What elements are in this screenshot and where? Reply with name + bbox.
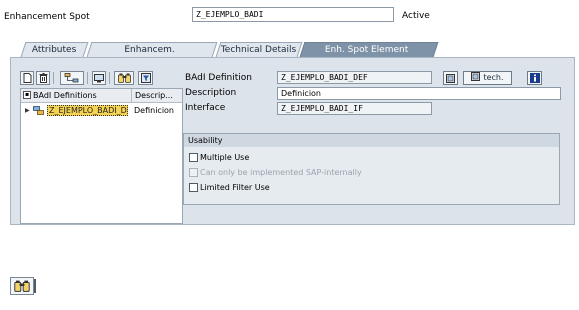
toolbar-separator — [87, 72, 88, 84]
tab-enhancement-implementations[interactable]: Enhancem. Implementations — [86, 42, 218, 69]
tab-attributes[interactable]: Attributes — [20, 42, 89, 57]
find-icon — [14, 280, 30, 292]
tree-node-badi-def[interactable]: Z_EJEMPLO_BADI_DEF — [47, 105, 128, 116]
usability-group: Usability Multiple Use Can only be imple… — [183, 133, 560, 205]
multiple-use-option[interactable]: Multiple Use — [189, 152, 249, 163]
badi-definition-icon — [33, 106, 44, 115]
sap-internal-option: Can only be implemented SAP-internally — [189, 167, 362, 178]
info-button[interactable] — [527, 71, 542, 85]
multiple-use-checkbox[interactable] — [189, 153, 198, 162]
description-field[interactable]: Definicion — [277, 87, 561, 100]
limited-filter-checkbox[interactable] — [189, 183, 198, 192]
find-icon[interactable] — [114, 71, 134, 85]
toolbar-separator — [109, 72, 110, 84]
bottom-separator — [34, 279, 36, 293]
interface-label: Interface — [185, 103, 226, 113]
limited-filter-label: Limited Filter Use — [200, 183, 270, 192]
delete-icon[interactable] — [36, 71, 50, 85]
badi-definitions-tree: ▪ BAdI Definitions Descrip... ▶ Z_EJEMPL… — [20, 88, 183, 224]
description-label: Description — [185, 88, 237, 98]
status-text: Active — [402, 11, 430, 21]
tech-button[interactable]: tech. — [463, 71, 512, 85]
tree-column-badi-definitions[interactable]: BAdI Definitions — [33, 89, 97, 102]
create-icon[interactable] — [20, 71, 34, 85]
sap-internal-checkbox — [189, 168, 198, 177]
tab-enh-spot-element-definitions[interactable]: Enh. Spot Element Definitions — [299, 42, 439, 69]
toolbar-separator — [53, 72, 54, 84]
column-config-icon[interactable]: ▪ — [23, 91, 31, 99]
sap-internal-label: Can only be implemented SAP-internally — [200, 168, 362, 177]
tree-header: ▪ BAdI Definitions Descrip... — [21, 89, 182, 103]
enhancement-spot-field[interactable]: Z_EJEMPLO_BADI — [192, 7, 394, 22]
tab-technical-details[interactable]: Technical Details — [215, 42, 303, 57]
display-icon[interactable] — [92, 71, 106, 85]
display-object-button[interactable] — [443, 71, 458, 85]
tree-node-description: Definicion — [134, 106, 174, 115]
tree-row[interactable]: ▶ Z_EJEMPLO_BADI_DEF Definicion — [21, 104, 182, 117]
bottom-find-button[interactable] — [10, 277, 34, 295]
enhancement-spot-label: Enhancement Spot — [4, 12, 90, 22]
expand-arrow-icon[interactable]: ▶ — [25, 104, 30, 117]
tree-column-description[interactable]: Descrip... — [131, 89, 181, 102]
tab-strip: Attributes Enhancem. Implementations Tec… — [0, 42, 579, 69]
tech-button-label: tech. — [483, 73, 504, 82]
multiple-use-label: Multiple Use — [200, 153, 250, 162]
interface-field[interactable]: Z_EJEMPLO_BADI_IF — [277, 102, 432, 115]
badi-definition-label: BAdI Definition — [185, 73, 252, 83]
hierarchy-icon[interactable] — [60, 71, 84, 85]
limited-filter-option[interactable]: Limited Filter Use — [189, 182, 270, 193]
badi-definition-field[interactable]: Z_EJEMPLO_BADI_DEF — [277, 71, 432, 84]
usability-title: Usability — [184, 134, 559, 147]
filter-icon[interactable] — [138, 71, 153, 85]
